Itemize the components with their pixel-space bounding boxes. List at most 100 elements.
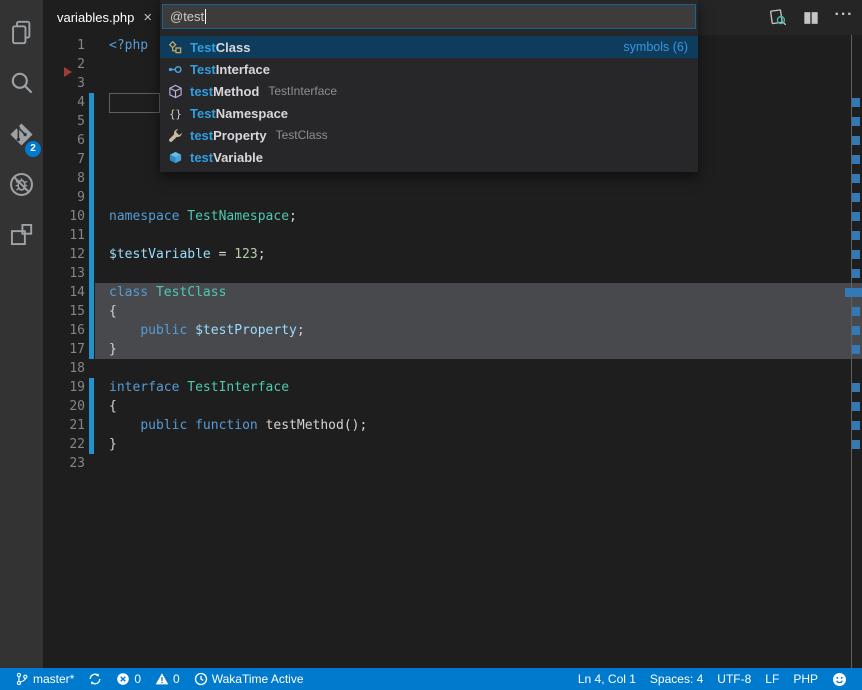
quick-open-item-testproperty[interactable]: testPropertyTestClass [160, 124, 698, 146]
code-line: 11 [0, 226, 862, 245]
line-number: 10 [43, 207, 85, 226]
status-label: PHP [793, 672, 818, 686]
symbol-label: TestInterface [190, 62, 270, 77]
status-php[interactable]: PHP [786, 668, 825, 690]
code-text[interactable]: } [109, 435, 117, 454]
code-line: 23 [0, 454, 862, 473]
symbol-label: TestNamespace [190, 106, 288, 121]
quick-open-item-testinterface[interactable]: TestInterface [160, 58, 698, 80]
line-number: 5 [43, 112, 85, 131]
status-utf-8[interactable]: UTF-8 [710, 668, 758, 690]
results-count-badge: symbols (6) [623, 40, 688, 54]
more-actions-icon[interactable]: ··· [832, 3, 856, 33]
status-label: Ln 4, Col 1 [578, 672, 636, 686]
sidebar-item-explorer[interactable] [0, 12, 43, 58]
status-lf[interactable]: LF [758, 668, 786, 690]
line-number: 13 [43, 264, 85, 283]
status-label: master* [33, 672, 74, 686]
sidebar-item-debug[interactable] [0, 164, 43, 210]
class-icon [167, 39, 184, 55]
code-line: 21 public function testMethod(); [0, 416, 862, 435]
line-number: 20 [43, 397, 85, 416]
line-number: 1 [43, 36, 85, 55]
line-number: 18 [43, 359, 85, 378]
code-line: 12$testVariable = 123; [0, 245, 862, 264]
code-text[interactable]: interface TestInterface [109, 378, 289, 397]
status-label: LF [765, 672, 779, 686]
quick-open-item-testvariable[interactable]: testVariable [160, 146, 698, 168]
line-number: 8 [43, 169, 85, 188]
code-line: 20 { [0, 397, 862, 416]
code-text[interactable]: public $testProperty; [109, 321, 305, 340]
status-label: WakaTime Active [212, 672, 304, 686]
open-preview-icon[interactable] [766, 6, 790, 30]
extensions-icon [8, 221, 35, 253]
quick-open-item-testnamespace[interactable]: {} TestNamespace [160, 102, 698, 124]
code-line: 19interface TestInterface [0, 378, 862, 397]
overview-ruler-mark [852, 136, 860, 145]
quick-open-item-testclass[interactable]: TestClass symbols (6) [160, 36, 698, 58]
quick-open-item-testmethod[interactable]: testMethodTestInterface [160, 80, 698, 102]
method-icon [167, 83, 184, 99]
code-text[interactable]: class TestClass [109, 283, 226, 302]
status-bar-left: master* 0 0 WakaTime Active [0, 668, 311, 690]
status-label: 0 [173, 672, 180, 686]
smiley-icon [832, 672, 847, 687]
status-wakatime-active[interactable]: WakaTime Active [187, 668, 311, 690]
code-text[interactable]: namespace TestNamespace; [109, 207, 297, 226]
vscode-window: 1<?php2345678910namespace TestNamespace;… [0, 0, 862, 690]
status-ln-4-col-1[interactable]: Ln 4, Col 1 [571, 668, 643, 690]
overview-ruler-mark [852, 250, 860, 259]
code-line: 16 public $testProperty; [0, 321, 862, 340]
error-icon [116, 672, 130, 686]
overview-ruler-mark [845, 288, 862, 297]
code-line: 15{ [0, 302, 862, 321]
branch-icon [15, 672, 29, 686]
status-spaces-4[interactable]: Spaces: 4 [643, 668, 710, 690]
quick-open-input[interactable]: @test [162, 4, 696, 29]
overview-ruler-mark [852, 117, 860, 126]
symbol-label: TestClass [190, 40, 250, 55]
sidebar-item-source-control[interactable]: 2 [0, 114, 43, 160]
code-text[interactable]: <?php [109, 36, 148, 55]
code-text[interactable]: public function testMethod(); [109, 416, 367, 435]
code-text[interactable]: { [109, 397, 117, 416]
status-master[interactable]: master* [8, 668, 81, 690]
close-icon[interactable]: × [143, 10, 152, 25]
status-0[interactable]: 0 [109, 668, 148, 690]
status-bar: master* 0 0 WakaTime Active Ln 4, Col 1 Spac… [0, 668, 862, 690]
svg-text:{}: {} [169, 108, 181, 120]
sidebar-item-extensions[interactable] [0, 214, 43, 260]
line-number: 11 [43, 226, 85, 245]
namespace-icon: {} [167, 105, 184, 121]
status-sync-icon[interactable] [81, 668, 109, 690]
variable-icon [167, 149, 184, 165]
overview-ruler-mark [852, 345, 860, 354]
code-text[interactable]: $testVariable = 123; [109, 245, 266, 264]
line-number: 16 [43, 321, 85, 340]
line-number: 14 [43, 283, 85, 302]
quick-open-query: @test [170, 9, 204, 24]
scm-badge: 2 [25, 141, 41, 157]
status-label: Spaces: 4 [650, 672, 703, 686]
overview-ruler-mark [852, 307, 860, 316]
code-text[interactable]: { [109, 302, 117, 321]
overview-ruler-mark [852, 174, 860, 183]
status-bar-right: Ln 4, Col 1 Spaces: 4 UTF-8 LF PHP [571, 668, 862, 690]
symbol-container-detail: TestClass [276, 128, 328, 142]
code-line: 17} [0, 340, 862, 359]
files-icon [8, 19, 35, 51]
tab-variables-php[interactable]: variables.php × [43, 0, 165, 35]
sidebar-item-search[interactable] [0, 62, 43, 108]
code-text[interactable]: } [109, 340, 117, 359]
split-editor-icon[interactable] [799, 6, 823, 30]
status-smiley-icon[interactable] [825, 668, 854, 690]
editor-actions: ··· [766, 0, 856, 35]
property-icon [167, 127, 184, 143]
overview-ruler-mark [852, 212, 860, 221]
search-icon [8, 69, 35, 101]
code-line: 14 class TestClass [0, 283, 862, 302]
overview-ruler-mark [852, 402, 860, 411]
line-number: 9 [43, 188, 85, 207]
status-0[interactable]: 0 [148, 668, 187, 690]
